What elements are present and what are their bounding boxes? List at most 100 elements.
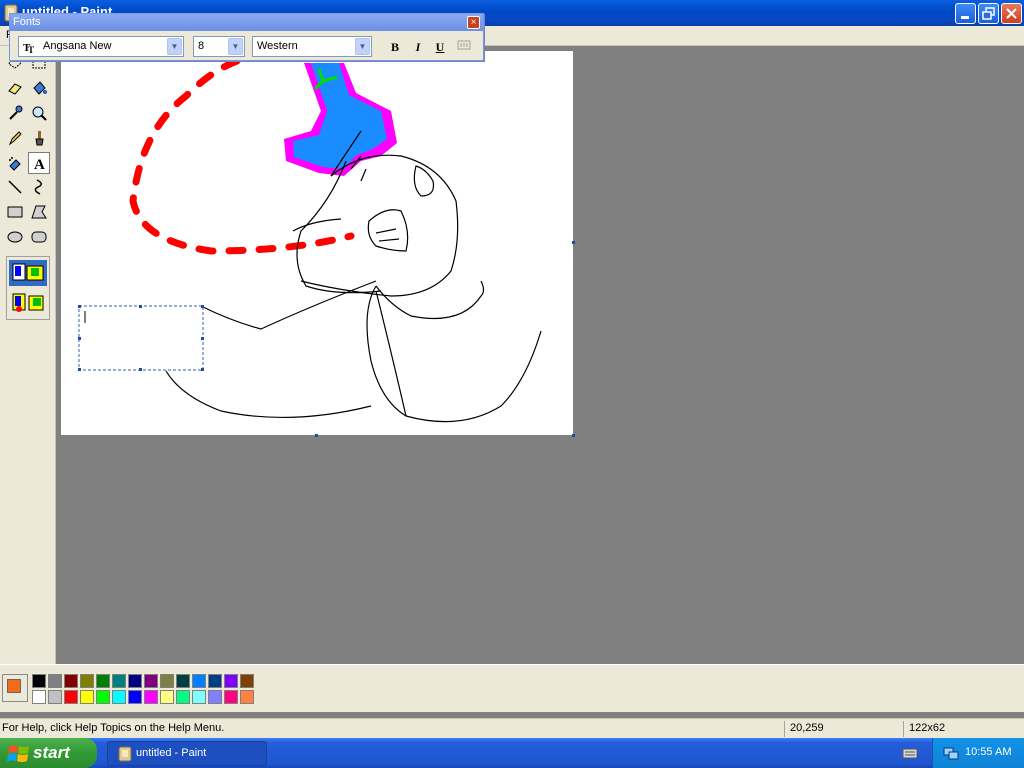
font-script-value: Western — [257, 40, 298, 52]
color-swatch[interactable] — [32, 690, 46, 704]
fonts-toolbar-close-button[interactable]: × — [467, 16, 480, 29]
magnifier-icon — [32, 106, 47, 121]
color-swatch[interactable] — [240, 674, 254, 688]
color-swatch[interactable] — [192, 674, 206, 688]
color-swatch[interactable] — [208, 690, 222, 704]
opaque-background-option[interactable] — [9, 260, 47, 286]
ellipse-tool[interactable] — [4, 226, 26, 248]
start-button[interactable]: start — [0, 738, 97, 768]
network-icon[interactable] — [943, 745, 959, 761]
color-swatch[interactable] — [144, 674, 158, 688]
color-swatch[interactable] — [224, 690, 238, 704]
keyboard-icon[interactable] — [902, 746, 918, 760]
minimize-button[interactable] — [955, 3, 976, 24]
clock[interactable]: 10:55 AM — [965, 746, 1011, 758]
drawing — [78, 57, 542, 423]
vertical-text-button[interactable] — [455, 38, 473, 56]
system-tray: 10:55 AM — [932, 738, 1024, 768]
airbrush-tool[interactable] — [4, 152, 26, 174]
close-icon: × — [470, 17, 477, 28]
color-swatch[interactable] — [176, 674, 190, 688]
line-tool[interactable] — [4, 176, 26, 198]
status-divider — [784, 721, 785, 737]
font-name-select[interactable]: T T Angsana New ▼ — [18, 36, 184, 57]
color-swatch[interactable] — [240, 690, 254, 704]
polygon-icon — [31, 205, 47, 219]
color-swatch[interactable] — [224, 674, 238, 688]
rectangle-icon — [7, 206, 23, 218]
transparent-background-option[interactable] — [9, 290, 47, 316]
color-swatch[interactable] — [80, 690, 94, 704]
canvas-resize-handle-right[interactable] — [572, 241, 575, 244]
polygon-tool[interactable] — [28, 201, 50, 223]
color-swatch[interactable] — [112, 674, 126, 688]
transparent-background-icon — [12, 293, 44, 312]
color-swatch[interactable] — [64, 690, 78, 704]
eraser-tool[interactable] — [4, 77, 26, 99]
italic-button[interactable]: I — [409, 38, 427, 56]
text-tool-icon: A — [34, 157, 45, 172]
fonts-toolbar-titlebar[interactable]: Fonts × — [10, 14, 483, 31]
color-swatch[interactable] — [48, 674, 62, 688]
underline-button[interactable]: U — [431, 38, 449, 56]
color-swatch[interactable] — [128, 690, 142, 704]
color-swatch[interactable] — [80, 674, 94, 688]
pencil-tool[interactable] — [4, 127, 26, 149]
magnifier-tool[interactable] — [28, 102, 50, 124]
font-size-value: 8 — [198, 40, 205, 52]
pick-color-tool[interactable] — [4, 102, 26, 124]
drawing-canvas[interactable] — [61, 51, 575, 437]
pencil-icon — [8, 131, 22, 146]
opaque-background-icon — [12, 263, 44, 281]
chevron-down-icon[interactable]: ▼ — [228, 38, 243, 55]
rectangle-tool[interactable] — [4, 201, 26, 223]
minimize-icon — [961, 16, 969, 19]
font-size-select[interactable]: 8 ▼ — [193, 36, 245, 57]
status-help-text: For Help, click Help Topics on the Help … — [2, 722, 225, 734]
taskbar: start untitled - Paint 10:55 AM — [0, 738, 1024, 768]
start-label: start — [33, 743, 70, 762]
current-colors[interactable] — [2, 674, 28, 702]
color-swatch[interactable] — [96, 674, 110, 688]
close-icon — [1006, 8, 1017, 19]
color-swatch[interactable] — [160, 674, 174, 688]
color-swatch[interactable] — [32, 674, 46, 688]
fill-tool[interactable] — [28, 77, 50, 99]
color-swatch[interactable] — [112, 690, 126, 704]
eyedropper-icon — [9, 105, 23, 120]
fill-bucket-icon — [33, 81, 47, 95]
bold-button[interactable]: B — [386, 38, 404, 56]
color-swatch[interactable] — [208, 674, 222, 688]
rounded-rectangle-tool[interactable] — [28, 226, 50, 248]
text-tool[interactable]: A — [28, 152, 50, 174]
color-swatch[interactable] — [192, 690, 206, 704]
restore-button[interactable] — [978, 3, 999, 24]
color-swatch[interactable] — [176, 690, 190, 704]
rounded-rectangle-icon — [31, 231, 47, 243]
color-swatch[interactable] — [144, 690, 158, 704]
chevron-down-icon[interactable]: ▼ — [167, 38, 182, 55]
restore-icon — [982, 7, 995, 20]
canvas-resize-handle-corner[interactable] — [572, 434, 575, 437]
font-script-select[interactable]: Western ▼ — [252, 36, 372, 57]
color-swatch[interactable] — [48, 690, 62, 704]
windows-logo-icon — [7, 745, 29, 762]
font-name-value: Angsana New — [43, 40, 112, 52]
color-palette — [0, 664, 1024, 712]
taskbar-item-paint[interactable]: untitled - Paint — [107, 741, 267, 766]
line-icon — [8, 180, 22, 194]
canvas-workspace[interactable] — [57, 46, 1024, 664]
color-swatch[interactable] — [96, 690, 110, 704]
canvas-resize-handle-bottom[interactable] — [315, 434, 318, 437]
ellipse-icon — [7, 231, 23, 243]
color-swatch[interactable] — [160, 690, 174, 704]
cursor-coordinates: 20,259 — [790, 722, 824, 734]
paint-app-icon — [118, 746, 132, 762]
brush-tool[interactable] — [28, 127, 50, 149]
curve-tool[interactable] — [28, 176, 50, 198]
vertical-text-icon — [457, 40, 471, 50]
color-swatch[interactable] — [64, 674, 78, 688]
chevron-down-icon[interactable]: ▼ — [355, 38, 370, 55]
close-button[interactable] — [1001, 3, 1022, 24]
color-swatch[interactable] — [128, 674, 142, 688]
